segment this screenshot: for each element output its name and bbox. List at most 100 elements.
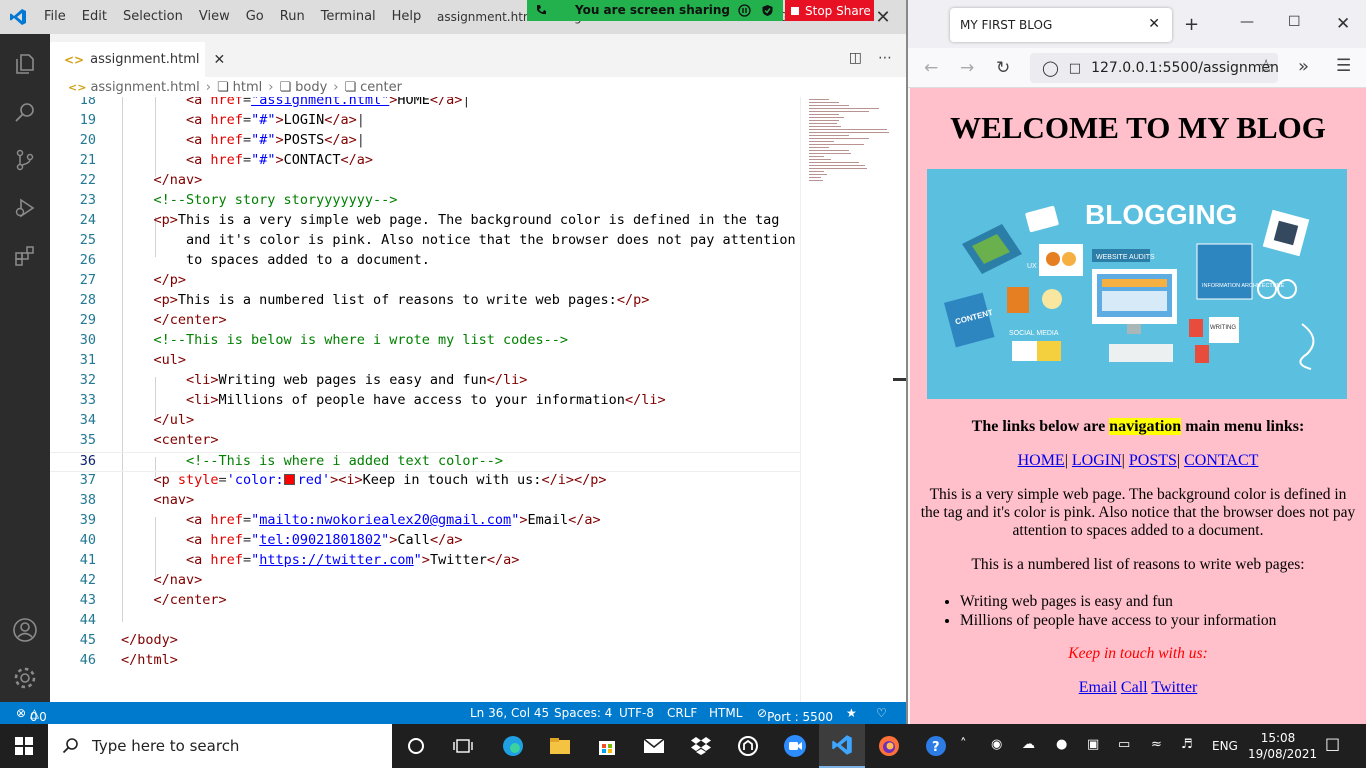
vscode-window: File Edit Selection View Go Run Terminal… <box>0 0 906 724</box>
call-link[interactable]: Call <box>1121 679 1148 696</box>
code-line: 27 </p> <box>79 272 187 288</box>
zoom-icon[interactable] <box>772 724 818 768</box>
reasons-heading: This is a numbered list of reasons to wr… <box>971 556 1305 573</box>
email-link[interactable]: Email <box>1079 679 1117 696</box>
line-ending[interactable]: CRLF <box>667 706 697 720</box>
live-server-port[interactable]: ⊘ Port : 5500 <box>757 706 833 724</box>
pause-icon[interactable] <box>738 4 751 17</box>
bookmark-star-icon[interactable]: ☆ <box>1258 56 1274 77</box>
show-hidden-icons-chevron-icon[interactable]: ˄ <box>960 737 967 752</box>
vscode-taskbar-icon[interactable] <box>819 724 865 768</box>
menu-terminal[interactable]: Terminal <box>313 0 384 34</box>
extensions-icon[interactable] <box>0 232 50 280</box>
menu-help[interactable]: Help <box>384 0 430 34</box>
minimap[interactable] <box>800 97 906 702</box>
breadcrumb-item[interactable]: assignment.html <box>90 80 199 95</box>
help-icon[interactable]: ? <box>913 724 959 768</box>
new-tab-icon[interactable]: + <box>1184 14 1199 35</box>
more-actions-icon[interactable]: ⋯ <box>878 50 892 66</box>
overflow-menu-icon[interactable]: » <box>1298 56 1309 77</box>
code-line: 24 <p>This is a very simple web page. Th… <box>79 212 780 228</box>
nav-link-login[interactable]: LOGIN <box>1072 452 1122 469</box>
tab-close-icon[interactable]: ✕ <box>213 52 225 68</box>
breadcrumb-item[interactable]: center <box>360 80 402 95</box>
stop-share-button[interactable]: Stop Share <box>785 0 874 21</box>
onedrive-cloud-icon[interactable]: ☁ <box>1022 737 1035 752</box>
volume-speaker-icon[interactable]: ♬ <box>1181 737 1193 752</box>
nav-link-home[interactable]: HOME <box>1018 452 1065 469</box>
action-center-notification-icon[interactable]: □ <box>1325 734 1340 753</box>
highlighted-word: navigation <box>1109 418 1182 435</box>
screen-share-bar[interactable]: You are screen sharing <box>527 0 783 21</box>
nav-link-posts[interactable]: POSTS <box>1129 452 1177 469</box>
tab-close-icon[interactable]: ✕ <box>1148 16 1160 32</box>
cortana-icon[interactable] <box>393 724 439 768</box>
code-editor[interactable]: 18 <a href="assignment.html">HOME</a>| 1… <box>50 97 800 702</box>
stop-share-label: Stop Share <box>805 3 871 18</box>
microsoft-store-icon[interactable] <box>584 724 630 768</box>
blog-nav-menu: HOME| LOGIN| POSTS| CONTACT <box>1017 452 1259 469</box>
hamburger-menu-icon[interactable]: ☰ <box>1336 56 1351 76</box>
menu-run[interactable]: Run <box>272 0 313 34</box>
search-icon[interactable] <box>0 88 50 136</box>
tab-assignment-html[interactable]: <> assignment.html ✕ <box>50 42 225 77</box>
indentation[interactable]: Spaces: 4 <box>554 706 612 720</box>
minimize-button[interactable]: — <box>1240 14 1254 30</box>
maximize-button[interactable]: ☐ <box>1288 14 1301 30</box>
notifications-bell-icon[interactable]: ♡ <box>876 706 887 720</box>
clock[interactable]: 15:08 19/08/2021 <box>1248 730 1317 762</box>
navigation-toolbar: ← → ↻ ◯ □ 127.0.0.1:5500/assignmen ☆ » ☰ <box>908 48 1366 88</box>
menu-edit[interactable]: Edit <box>74 0 115 34</box>
code-line: 32 <li>Writing web pages is easy and fun… <box>79 372 528 388</box>
problems-indicator[interactable]: ⊗ 0 △ 0 <box>16 706 47 724</box>
github-desktop-icon[interactable] <box>725 724 771 768</box>
file-explorer-icon[interactable] <box>537 724 583 768</box>
breadcrumb-item[interactable]: html <box>233 80 263 95</box>
nav-link-contact[interactable]: CONTACT <box>1184 452 1258 469</box>
language-mode[interactable]: HTML <box>709 706 742 720</box>
url-text[interactable]: 127.0.0.1:5500/assignmen <box>1091 60 1278 76</box>
reload-icon[interactable]: ↻ <box>996 58 1010 78</box>
mail-icon[interactable] <box>631 724 677 768</box>
screen-share-tray-icon[interactable]: ▣ <box>1087 737 1099 752</box>
menu-go[interactable]: Go <box>238 0 272 34</box>
settings-gear-icon[interactable] <box>0 654 50 702</box>
meet-now-icon[interactable]: ◉ <box>991 737 1002 752</box>
dropbox-icon[interactable] <box>678 724 724 768</box>
close-button[interactable]: ✕ <box>1336 14 1350 34</box>
microphone-icon[interactable]: ● <box>1056 737 1067 752</box>
address-bar[interactable]: ◯ □ 127.0.0.1:5500/assignmen <box>1030 53 1278 83</box>
battery-icon[interactable]: ▭ <box>1118 737 1130 752</box>
back-arrow-icon[interactable]: ← <box>924 58 938 78</box>
menu-view[interactable]: View <box>191 0 238 34</box>
breadcrumb-item[interactable]: body <box>295 80 327 95</box>
scrollbar-thumb[interactable] <box>893 378 906 381</box>
shield-icon[interactable]: ◯ <box>1042 59 1059 77</box>
task-view-icon[interactable] <box>440 724 486 768</box>
browser-tab[interactable]: MY FIRST BLOG ✕ <box>950 8 1172 42</box>
windows-start-icon[interactable] <box>0 724 48 768</box>
encoding[interactable]: UTF-8 <box>619 706 654 720</box>
split-editor-icon[interactable]: ◫ <box>849 50 862 66</box>
account-icon[interactable] <box>0 606 50 654</box>
taskbar-search-box[interactable]: Type here to search <box>48 724 392 768</box>
forward-arrow-icon[interactable]: → <box>960 58 974 78</box>
explorer-icon[interactable] <box>0 40 50 88</box>
vscode-logo-icon <box>0 0 36 34</box>
input-language[interactable]: ENG <box>1212 739 1238 753</box>
blog-heading: WELCOME TO MY BLOG <box>950 110 1326 145</box>
edge-browser-icon[interactable] <box>490 724 536 768</box>
element-icon: ❏ <box>279 79 292 95</box>
source-control-icon[interactable] <box>0 136 50 184</box>
menu-file[interactable]: File <box>36 0 74 34</box>
twitter-link[interactable]: Twitter <box>1151 679 1197 696</box>
color-swatch[interactable] <box>283 474 295 485</box>
code-line: 18 <a href="assignment.html">HOME</a>| <box>79 97 471 108</box>
code-line: 21 <a href="#">CONTACT</a> <box>79 152 374 168</box>
cursor-position[interactable]: Ln 36, Col 45 <box>470 706 549 720</box>
firefox-taskbar-icon[interactable] <box>866 724 912 768</box>
wifi-icon[interactable]: ≈ <box>1151 737 1162 752</box>
menu-selection[interactable]: Selection <box>115 0 191 34</box>
feedback-icon[interactable]: ★ <box>846 706 857 720</box>
run-debug-icon[interactable] <box>0 184 50 232</box>
